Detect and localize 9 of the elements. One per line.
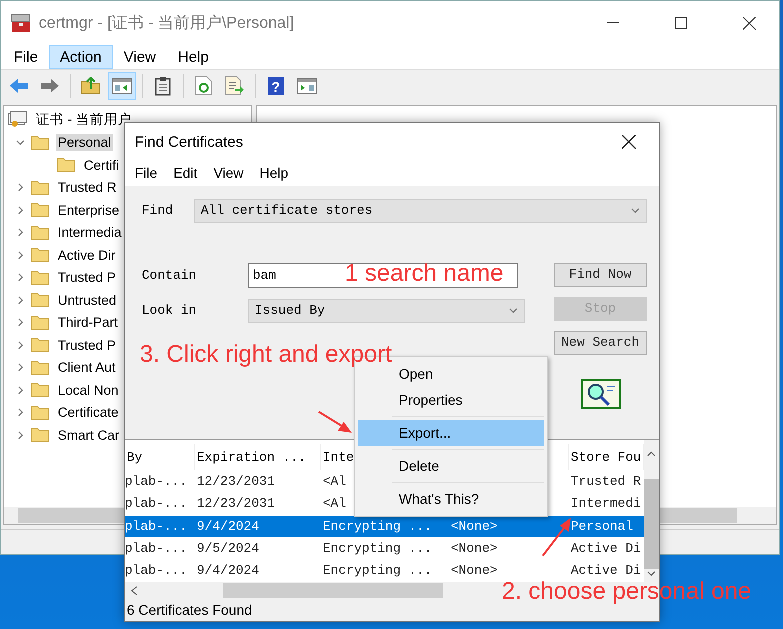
look-in-label: Look in [142,303,198,318]
annotation-text: 1 search name [345,260,504,288]
status-text: 6 Certificates Found [127,602,252,618]
contains-label: Contain [142,268,198,283]
dialog-title: Find Certificates [135,134,244,150]
find-label: Find [142,203,174,218]
window-title: certmgr - [证书 - 当前用户\Personal] [39,14,296,34]
annotation-text: 3. Click right and export [140,341,392,369]
help-icon: ? [267,76,285,96]
